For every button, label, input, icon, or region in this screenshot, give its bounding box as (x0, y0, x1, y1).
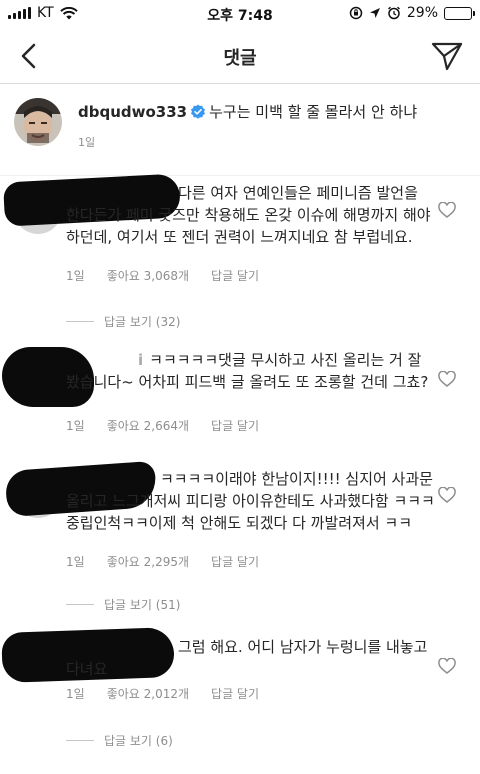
view-replies-label: 답글 보기 (6) (104, 734, 173, 748)
comment-time: 1일 (66, 555, 85, 569)
heart-outline-icon (438, 486, 456, 503)
view-replies-label: 답글 보기 (51) (104, 598, 181, 612)
avatar-photo (14, 98, 62, 146)
divider-line (66, 740, 94, 741)
battery-icon (444, 6, 475, 20)
page-title: 댓글 (223, 48, 257, 69)
author-avatar[interactable] (14, 98, 62, 146)
comment-item: 그럼 해요. 어디 남자가 누렁니를 내놓고 다녀요 1일 좋아요 2,012개… (0, 627, 480, 772)
caption-username[interactable]: dbqudwo333 (78, 103, 187, 121)
reply-button[interactable]: 답글 달기 (211, 685, 259, 702)
comment-text: 그럼 해요. 어디 남자가 누렁니를 내놓고 다녀요 (66, 636, 436, 680)
view-replies-label: 답글 보기 (32) (104, 315, 181, 329)
like-count[interactable]: 좋아요 2,295개 (107, 553, 189, 570)
comment-meta: 1일 좋아요 2,664개 답글 달기 (66, 417, 259, 434)
verified-badge-icon (191, 104, 206, 119)
alarm-icon (387, 6, 400, 20)
divider-line (66, 321, 94, 322)
like-button[interactable] (438, 201, 456, 218)
like-count[interactable]: 좋아요 3,068개 (107, 267, 189, 284)
status-bar: KT 오후 7:48 29% (0, 0, 480, 28)
navigation-bar: 댓글 (0, 28, 480, 84)
comment-text: 다른 여자 연예인들은 페미니즘 발언을 한다든가 페미 굿즈만 착용해도 온갖… (66, 182, 436, 248)
comment-time: 1일 (66, 419, 85, 433)
comment-time: 1일 (66, 269, 85, 283)
like-button[interactable] (438, 657, 456, 674)
caption-message: 누구는 미백 할 줄 몰라서 안 하냐 (209, 103, 418, 121)
divider-line (66, 604, 94, 605)
comment-time: 1일 (66, 687, 85, 701)
caption-timestamp: 1일 (78, 136, 96, 149)
rotation-lock-icon (349, 6, 363, 20)
like-count[interactable]: 좋아요 2,012개 (107, 685, 189, 702)
comment-message: ㅋㅋㅋㅋ이래야 한남이지!!!! 심지어 사과문 올리고 느그개저씨 피디랑 아… (66, 470, 435, 532)
status-right: 29% (349, 5, 475, 21)
heart-outline-icon (438, 657, 456, 674)
view-replies-button[interactable]: 답글 보기 (51) (66, 596, 180, 613)
comment-message: 그럼 해요. 어디 남자가 누렁니를 내놓고 다녀요 (66, 638, 428, 678)
view-replies-button[interactable]: 답글 보기 (32) (66, 313, 180, 330)
comment-item: ㅋㅋㅋㅋ이래야 한남이지!!!! 심지어 사과문 올리고 느그개저씨 피디랑 아… (0, 460, 480, 613)
reply-button[interactable]: 답글 달기 (211, 417, 259, 434)
caption-text-line: dbqudwo333 누구는 미백 할 줄 몰라서 안 하냐 (78, 101, 417, 122)
comment-message-prefix: i (138, 351, 144, 369)
heart-outline-icon (438, 370, 456, 387)
like-button[interactable] (438, 370, 456, 387)
view-replies-button[interactable]: 답글 보기 (6) (66, 732, 173, 749)
comment-text: ㅋㅋㅋㅋ이래야 한남이지!!!! 심지어 사과문 올리고 느그개저씨 피디랑 아… (66, 468, 436, 534)
comment-item: 다른 여자 연예인들은 페미니즘 발언을 한다든가 페미 굿즈만 착용해도 온갖… (0, 173, 480, 341)
share-button[interactable] (430, 40, 464, 72)
like-count[interactable]: 좋아요 2,664개 (107, 417, 189, 434)
location-arrow-icon (369, 8, 380, 18)
like-button[interactable] (438, 486, 456, 503)
comment-meta: 1일 좋아요 2,295개 답글 달기 (66, 553, 259, 570)
comment-message: ㅋㅋㅋㅋㅋ댓글 무시하고 사진 올리는 거 잘 봤습니다~ 어차피 피드백 글 … (66, 351, 429, 391)
post-caption: dbqudwo333 누구는 미백 할 줄 몰라서 안 하냐 1일 (0, 84, 480, 176)
comment-meta: 1일 좋아요 2,012개 답글 달기 (66, 685, 259, 702)
reply-button[interactable]: 답글 달기 (211, 553, 259, 570)
reply-button[interactable]: 답글 달기 (211, 267, 259, 284)
heart-outline-icon (438, 201, 456, 218)
paper-plane-icon (431, 42, 463, 71)
comment-message: 다른 여자 연예인들은 페미니즘 발언을 한다든가 페미 굿즈만 착용해도 온갖… (66, 184, 431, 246)
comment-item: i ㅋㅋㅋㅋㅋ댓글 무시하고 사진 올리는 거 잘 봤습니다~ 어차피 피드백 글… (0, 347, 480, 459)
comment-text: i ㅋㅋㅋㅋㅋ댓글 무시하고 사진 올리는 거 잘 봤습니다~ 어차피 피드백 글… (66, 349, 436, 393)
comment-meta: 1일 좋아요 3,068개 답글 달기 (66, 267, 259, 284)
battery-percent: 29% (406, 5, 438, 21)
